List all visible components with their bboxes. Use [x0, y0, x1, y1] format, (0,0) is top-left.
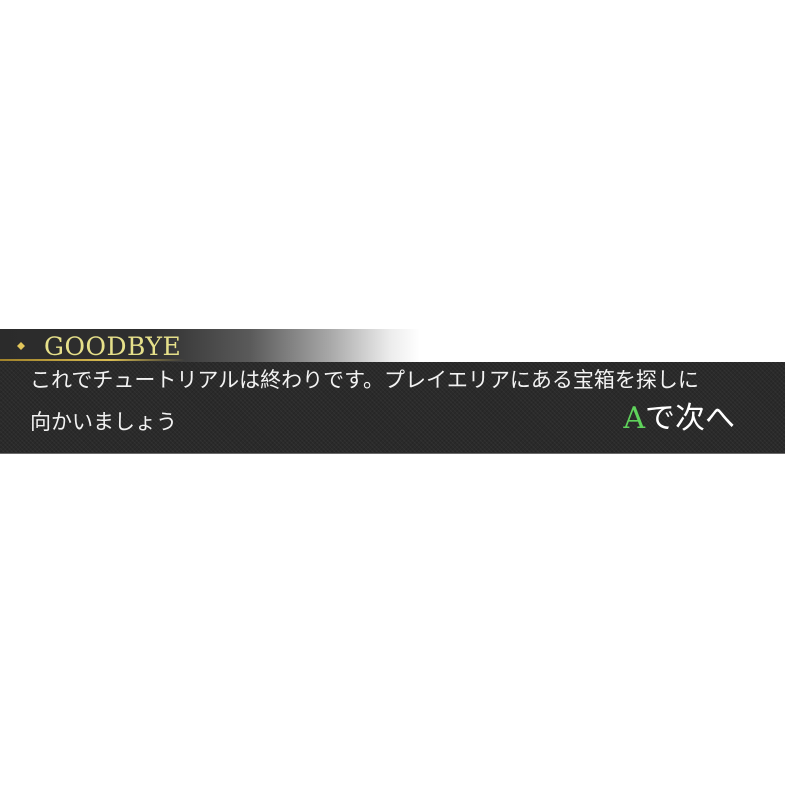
message-line: 向かいましょう	[30, 410, 177, 434]
advance-prompt-text: で次へ	[645, 401, 735, 436]
game-screen: GOODBYE これでチュートリアルは終わりです。プレイエリアにある宝箱を探しに…	[0, 0, 785, 785]
a-button-glyph: A	[623, 401, 645, 436]
dialog-message-panel: これでチュートリアルは終わりです。プレイエリアにある宝箱を探しに 向かいましょう…	[0, 362, 785, 454]
message-line: これでチュートリアルは終わりです。プレイエリアにある宝箱を探しに	[30, 368, 699, 392]
diamond-icon	[17, 342, 25, 350]
dialog-title: GOODBYE	[44, 332, 182, 361]
tutorial-dialog: GOODBYE これでチュートリアルは終わりです。プレイエリアにある宝箱を探しに…	[0, 329, 785, 454]
dialog-title-bar: GOODBYE	[0, 329, 785, 362]
title-underline	[0, 359, 185, 361]
advance-prompt[interactable]: Aで次へ	[623, 402, 735, 436]
